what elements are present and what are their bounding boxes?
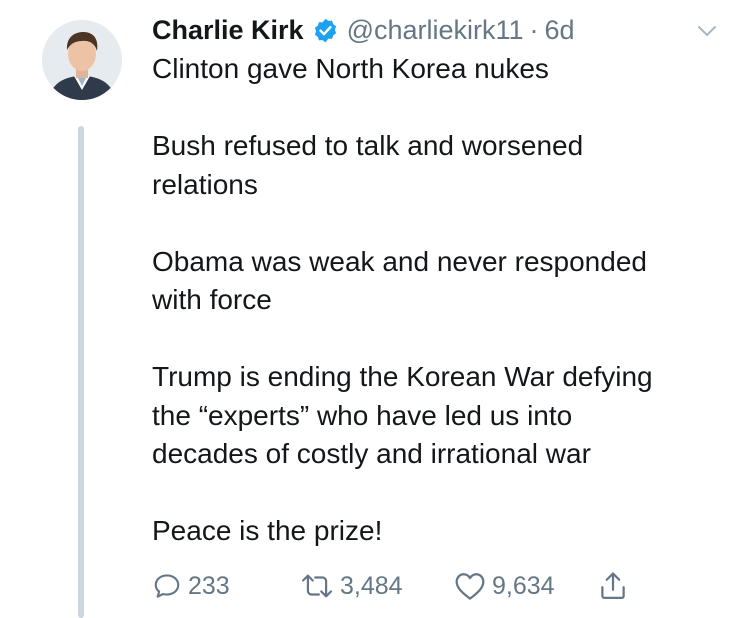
avatar[interactable] xyxy=(42,20,122,100)
retweet-button[interactable]: 3,484 xyxy=(300,566,403,606)
handle[interactable]: @charliekirk11 xyxy=(347,15,524,46)
separator: · xyxy=(529,14,539,45)
tweet-line: Trump is ending the Korean War defying xyxy=(152,361,653,392)
retweet-count: 3,484 xyxy=(340,571,403,600)
tweet-line: the “experts” who have led us into xyxy=(152,399,573,431)
tweet-line: Clinton gave North Korea nukes xyxy=(152,53,549,84)
reply-button[interactable]: 233 xyxy=(152,566,230,606)
tweet-paragraph: Peace is the prize! xyxy=(152,512,732,551)
like-count: 9,634 xyxy=(492,571,555,600)
tweet-line: relations xyxy=(152,168,258,200)
tweet-line: with force xyxy=(152,284,272,315)
display-name[interactable]: Charlie Kirk xyxy=(152,15,304,46)
share-button[interactable] xyxy=(598,566,628,606)
tweet-line: Obama was weak and never responded xyxy=(152,245,647,277)
like-icon xyxy=(454,571,486,601)
tweet-text: Clinton gave North Korea nukes Bush refu… xyxy=(152,50,732,551)
tweet: Charlie Kirk @charliekirk11 · 6d Clinton… xyxy=(0,0,750,618)
tweet-actions: 233 3,484 9,634 xyxy=(152,566,712,606)
retweet-icon xyxy=(300,571,334,601)
tweet-line: Peace is the prize! xyxy=(152,515,383,546)
tweet-header: Charlie Kirk @charliekirk11 · 6d xyxy=(152,12,575,48)
tweet-line: Bush refused to talk and worsened xyxy=(152,130,584,161)
thread-line xyxy=(78,126,84,618)
reply-count: 233 xyxy=(188,571,230,600)
share-icon xyxy=(598,569,628,603)
tweet-paragraph: Clinton gave North Korea nukes xyxy=(152,50,732,89)
verified-badge-icon xyxy=(312,17,339,44)
like-button[interactable]: 9,634 xyxy=(454,566,555,606)
tweet-line: decades of costly and irrational war xyxy=(152,438,591,469)
tweet-paragraph: Trump is ending the Korean War defying t… xyxy=(152,358,732,474)
reply-icon xyxy=(152,571,182,601)
timestamp[interactable]: 6d xyxy=(545,15,575,46)
tweet-paragraph: Obama was weak and never responded with … xyxy=(152,243,732,320)
chevron-down-icon[interactable] xyxy=(694,18,720,44)
tweet-paragraph: Bush refused to talk and worsened relati… xyxy=(152,127,732,204)
avatar-image xyxy=(42,20,122,100)
